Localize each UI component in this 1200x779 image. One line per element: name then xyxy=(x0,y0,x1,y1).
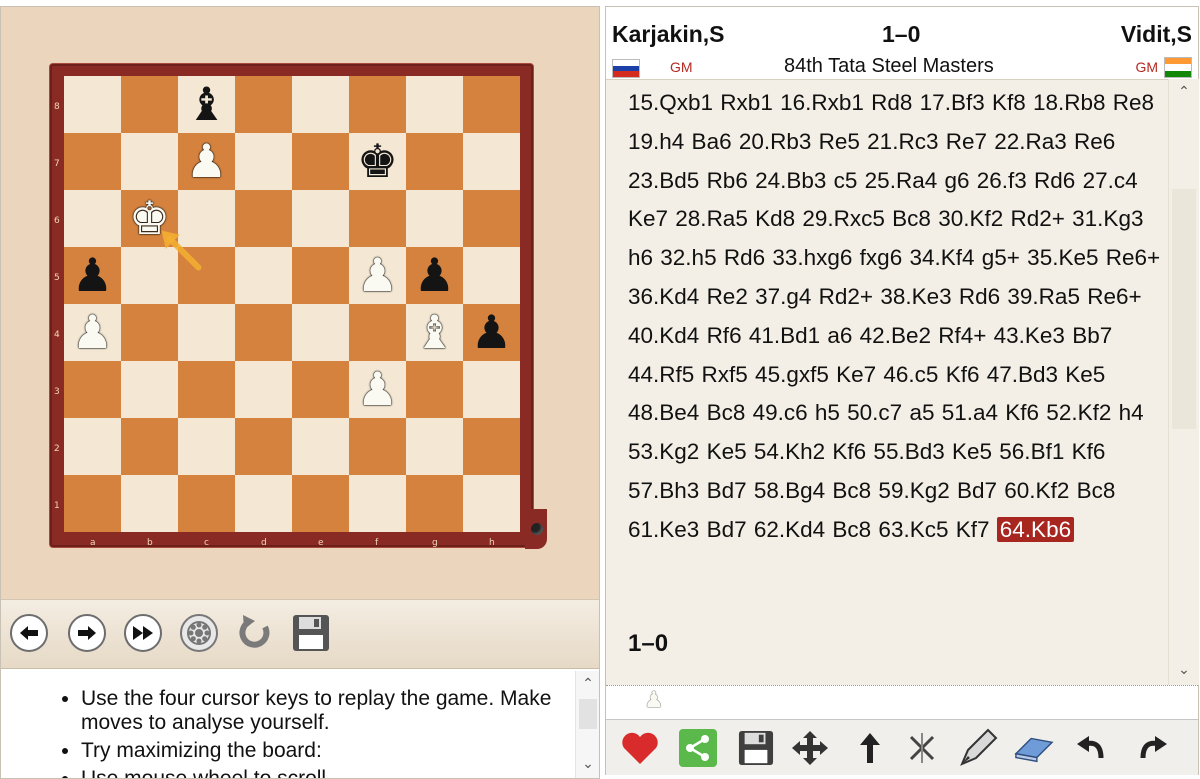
like-button[interactable] xyxy=(620,728,660,768)
scroll-thumb[interactable] xyxy=(579,699,597,729)
russia-flag-icon xyxy=(612,59,640,78)
move-arrows-icon xyxy=(792,731,828,765)
engine-button[interactable] xyxy=(179,613,219,653)
flag-stripe xyxy=(613,71,639,77)
heart-icon xyxy=(622,732,658,764)
floppy-disk-icon xyxy=(738,730,774,766)
share-icon xyxy=(679,729,717,767)
undo-icon xyxy=(1077,736,1104,759)
scroll-up-icon[interactable]: ⌃ xyxy=(576,675,599,692)
move-entry-button[interactable] xyxy=(790,728,830,768)
board-panel: 87654321 abcdefgh ♝♟♚♚♟♟♟♟♝♟♟ xyxy=(0,6,600,779)
black-player-title: GM xyxy=(1135,59,1158,75)
eraser-icon xyxy=(1014,737,1054,763)
toolbar xyxy=(606,719,1198,775)
help-item: Use the four cursor keys to replay the g… xyxy=(81,687,561,735)
arrow-shaft xyxy=(166,235,202,271)
gear-wheel-icon xyxy=(180,614,218,652)
game-header: Karjakin,S 1–0 Vidit,S GM 84th Tata Stee… xyxy=(606,7,1198,79)
undo-button[interactable] xyxy=(1072,728,1112,768)
flag-stripe xyxy=(1165,70,1191,77)
delete-icon xyxy=(909,733,935,763)
black-player-name: Vidit,S xyxy=(1120,21,1192,47)
back-button[interactable] xyxy=(9,613,49,653)
final-result: 1–0 xyxy=(628,630,669,657)
help-panel: Use the four cursor keys to replay the g… xyxy=(1,671,599,778)
scroll-down-icon[interactable]: ⌄ xyxy=(1169,661,1199,678)
move-list[interactable]: 15.Qxb1 Rxb1 16.Rxb1 Rd8 17.Bf3 Kf8 18.R… xyxy=(606,79,1168,686)
current-move[interactable]: 64.Kb6 xyxy=(996,516,1075,542)
pawn-icon: ♟ xyxy=(644,688,664,713)
moves-notation[interactable]: 15.Qxb1 Rxb1 16.Rxb1 Rd8 17.Bf3 Kf8 18.R… xyxy=(628,90,1160,542)
scroll-up-icon[interactable]: ⌃ xyxy=(1169,83,1199,100)
fast-forward-icon xyxy=(124,614,162,652)
last-move-arrow xyxy=(161,230,202,271)
promote-variation-button[interactable] xyxy=(850,728,890,768)
replay-controls xyxy=(1,599,599,669)
floppy-disk-icon xyxy=(293,615,329,651)
help-list: Use the four cursor keys to replay the g… xyxy=(49,687,561,778)
annotate-button[interactable] xyxy=(958,728,998,768)
redo-icon xyxy=(1140,736,1167,759)
arrow-up-icon xyxy=(860,733,880,763)
forward-button[interactable] xyxy=(67,613,107,653)
india-flag-icon xyxy=(1164,57,1192,78)
game-result: 1–0 xyxy=(882,21,921,47)
delete-variation-button[interactable] xyxy=(902,728,942,768)
erase-button[interactable] xyxy=(1014,728,1054,768)
arrow-right-icon xyxy=(68,614,106,652)
board-area: 87654321 abcdefgh ♝ ♟ ♚ ♚ ♟ ♟ ♟ ♟ ♝ ♟ ♟ xyxy=(1,7,599,599)
moves-text[interactable]: 15.Qxb1 Rxb1 16.Rxb1 Rd8 17.Bf3 Kf8 18.R… xyxy=(628,84,1168,550)
help-scrollbar[interactable]: ⌃ ⌄ xyxy=(575,671,599,778)
white-player-title: GM xyxy=(670,59,693,75)
comment-row[interactable]: ♟ xyxy=(606,685,1198,720)
arrow-left-icon xyxy=(10,614,48,652)
help-item: Use mouse wheel to scroll. xyxy=(81,767,561,778)
scroll-down-icon[interactable]: ⌄ xyxy=(576,755,599,772)
scroll-thumb[interactable] xyxy=(1172,189,1196,429)
rotate-icon xyxy=(239,615,270,648)
event-name: 84th Tata Steel Masters xyxy=(784,55,994,77)
pen-icon xyxy=(960,728,998,766)
help-item: Try maximizing the board: xyxy=(81,739,561,763)
fast-forward-button[interactable] xyxy=(123,613,163,653)
board-corner-knob[interactable] xyxy=(531,523,543,535)
share-button[interactable] xyxy=(678,728,718,768)
moves-scrollbar[interactable]: ⌃ ⌄ xyxy=(1168,79,1199,685)
save-button[interactable] xyxy=(291,613,331,653)
white-player-name: Karjakin,S xyxy=(612,21,725,47)
flip-board-button[interactable] xyxy=(235,613,275,653)
save-game-button[interactable] xyxy=(736,728,776,768)
redo-button[interactable] xyxy=(1132,728,1172,768)
notation-panel: Karjakin,S 1–0 Vidit,S GM 84th Tata Stee… xyxy=(605,6,1199,775)
